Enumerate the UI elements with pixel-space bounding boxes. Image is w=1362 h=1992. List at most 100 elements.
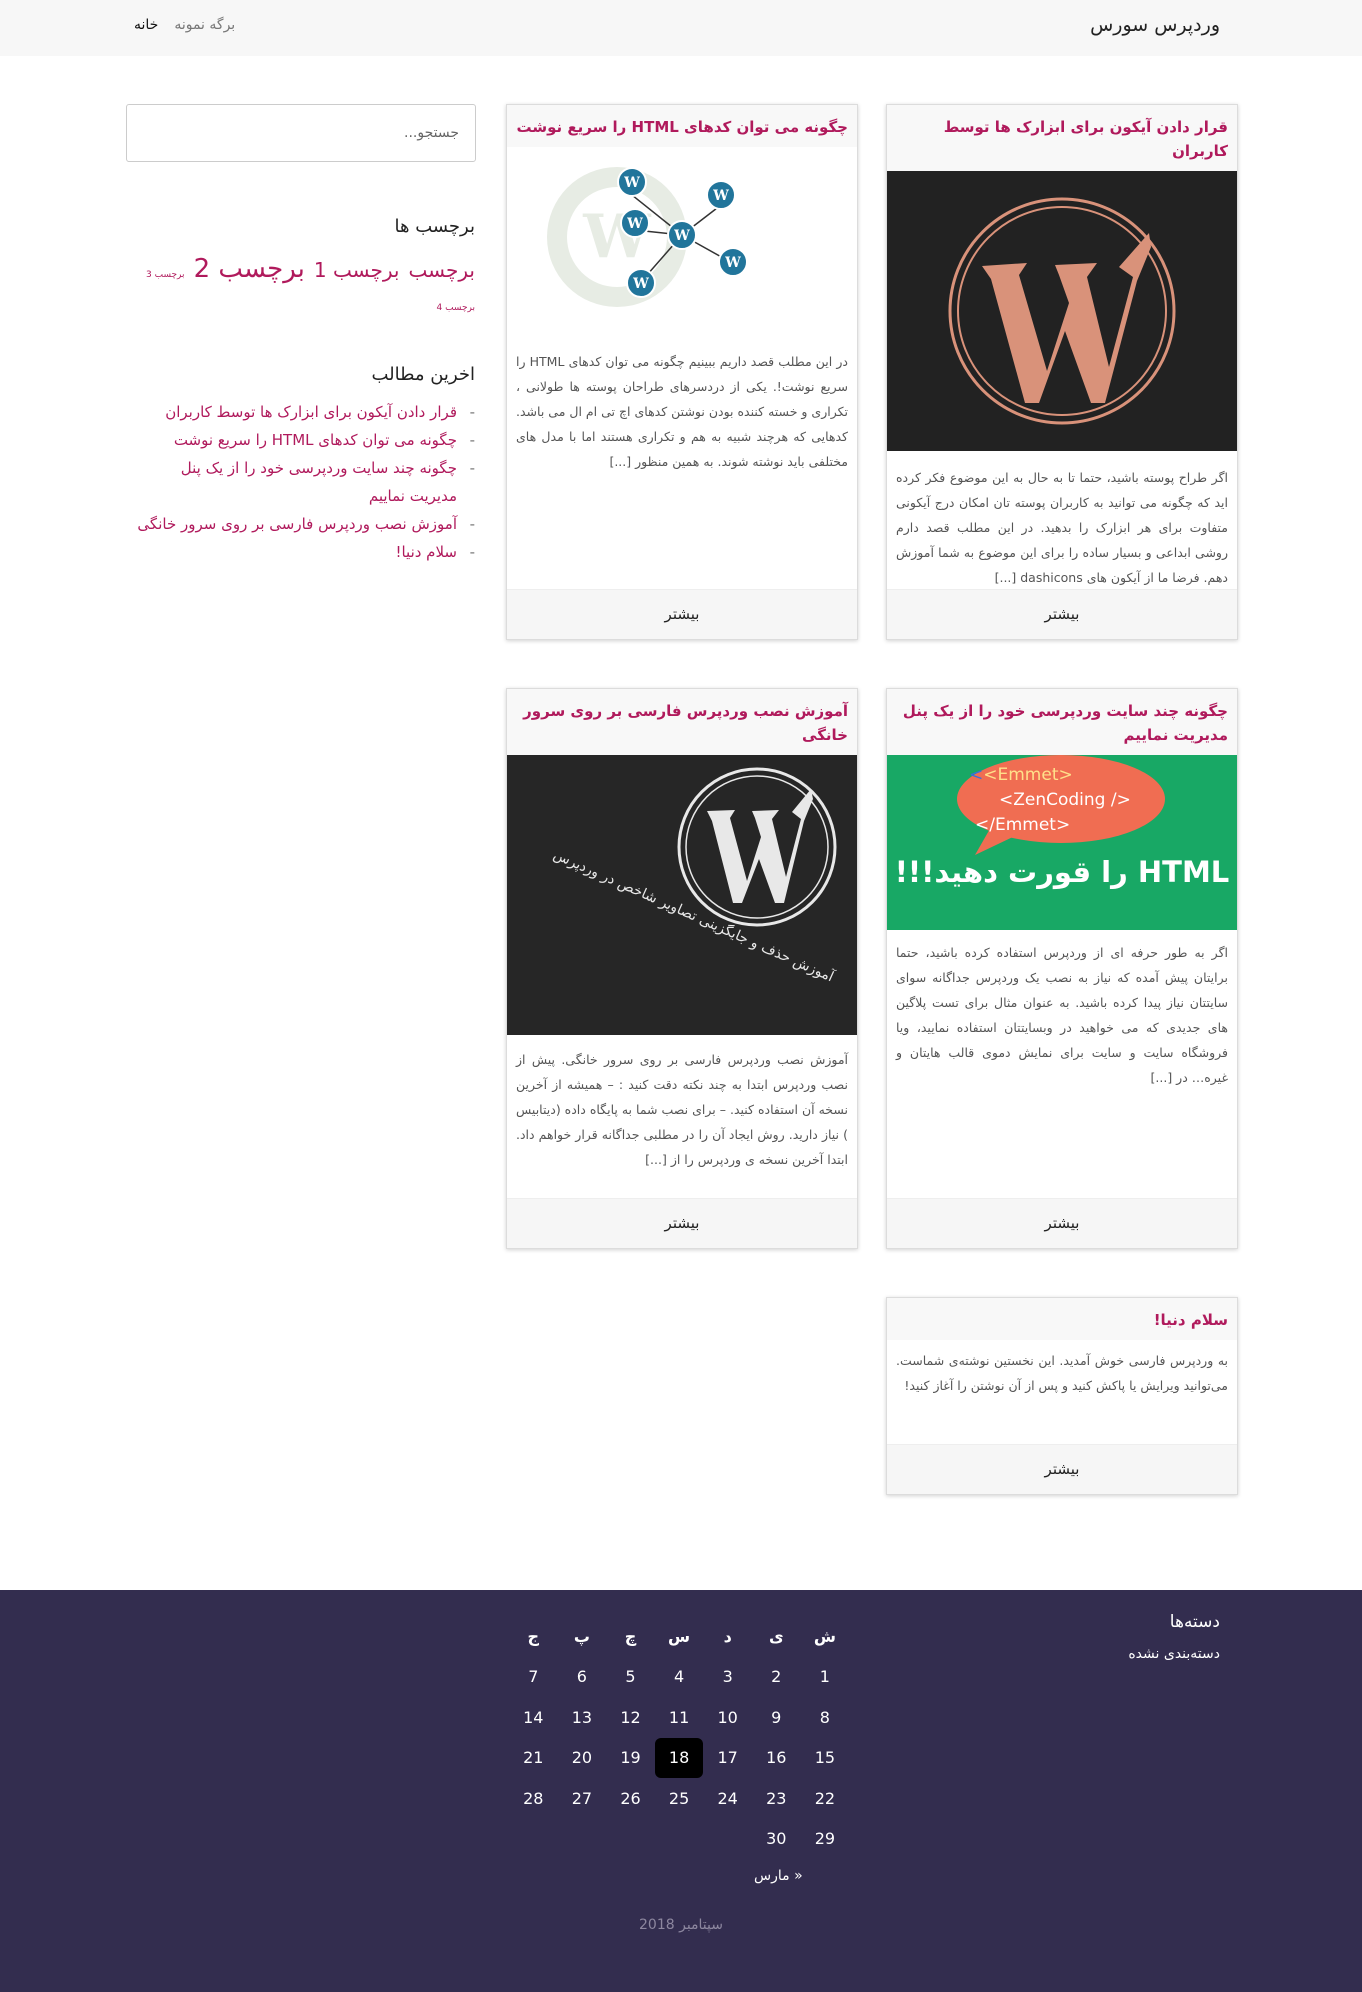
post-title[interactable]: چگونه می توان کدهای HTML را سریع نوشت: [507, 105, 857, 147]
calendar-day: [703, 1819, 752, 1860]
emmet-caption: HTML را قورت دهید!!!: [894, 855, 1230, 889]
calendar-day: [509, 1819, 558, 1860]
calendar-day: 16: [766, 1748, 787, 1768]
tag-link[interactable]: برچسب 1: [314, 258, 400, 282]
calendar-day: 14: [523, 1707, 544, 1727]
recent-posts-list: قرار دادن آیکون برای ابزارک ها توسط کارب…: [135, 398, 475, 566]
read-more-button[interactable]: بیشتر: [887, 1444, 1237, 1494]
list-item: آموزش نصب وردپرس فارسی بر روی سرور خانگی: [135, 510, 475, 538]
calendar-day: [655, 1819, 704, 1860]
tag-link[interactable]: برچسب 4: [437, 303, 476, 313]
list-item: قرار دادن آیکون برای ابزارک ها توسط کارب…: [135, 398, 475, 426]
calendar-day: 3: [722, 1667, 733, 1687]
post-thumbnail-install[interactable]: آموزش حذف و جایگزینی تصاویر شاخص در وردپ…: [507, 755, 857, 1035]
calendar-day: 21: [523, 1748, 544, 1768]
list-item: چگونه می توان کدهای HTML را سریع نوشت: [135, 426, 475, 454]
recent-post-link[interactable]: چگونه می توان کدهای HTML را سریع نوشت: [174, 431, 457, 449]
calendar-day: [606, 1819, 655, 1860]
calendar-day: 8: [819, 1707, 830, 1727]
list-item: چگونه چند سایت وردپرسی خود را از یک پنل …: [135, 454, 475, 510]
calendar-day: 28: [523, 1788, 544, 1808]
recent-post-link[interactable]: قرار دادن آیکون برای ابزارک ها توسط کارب…: [165, 403, 457, 421]
recent-post-link[interactable]: سلام دنیا!: [395, 543, 457, 561]
list-item: سلام دنیا!: [135, 538, 475, 566]
site-footer: دسته‌ها دسته‌بندی نشده شیدسچپج1234567891…: [0, 1590, 1362, 1992]
post-title[interactable]: قرار دادن آیکون برای ابزارک ها توسط کارب…: [887, 105, 1237, 171]
post-thumbnail-network[interactable]: W WWW WWW: [507, 147, 857, 327]
post-card: چگونه می توان کدهای HTML را سریع نوشت W: [506, 104, 858, 640]
post-card: قرار دادن آیکون برای ابزارک ها توسط کارب…: [886, 104, 1238, 640]
tag-link[interactable]: برچسب: [409, 258, 475, 282]
calendar-day: 18: [655, 1737, 704, 1779]
emmet-bubble-text: <<Emmet> <ZenCoding /> </Emmet>: [967, 763, 1167, 838]
calendar-day: [558, 1819, 607, 1860]
calendar-day-header: د: [723, 1626, 732, 1646]
bubble-line-1: <Emmet>: [983, 765, 1073, 785]
read-more-button[interactable]: بیشتر: [507, 589, 857, 639]
calendar-day: 10: [717, 1707, 738, 1727]
calendar-day: 29: [814, 1829, 836, 1849]
nav-sample-page[interactable]: برگه نمونه: [174, 17, 235, 33]
post-thumbnail-wordpress-logo[interactable]: [887, 171, 1237, 451]
post-thumbnail-emmet[interactable]: <<Emmet> <ZenCoding /> </Emmet> HTML را …: [887, 755, 1237, 930]
bubble-line-3: </Emmet>: [975, 815, 1071, 835]
read-more-button[interactable]: بیشتر: [887, 589, 1237, 639]
svg-text:W: W: [724, 255, 741, 271]
bubble-line-2: <ZenCoding />: [999, 790, 1131, 810]
calendar-day: 9: [771, 1707, 782, 1727]
calendar-day: 11: [668, 1707, 690, 1727]
recent-post-link[interactable]: چگونه چند سایت وردپرسی خود را از یک پنل …: [181, 459, 457, 505]
post-card: سلام دنیا! به وردپرس فارسی خوش آمدید. ای…: [886, 1297, 1238, 1495]
search-input[interactable]: [126, 104, 476, 162]
top-navbar: وردپرس سورس خانه برگه نمونه: [0, 0, 1362, 56]
svg-text:W: W: [632, 276, 649, 292]
tag-link[interactable]: برچسب 3: [146, 270, 185, 280]
tag-cloud: برچسب برچسب 1 برچسب 2 برچسب 3 برچسب 4: [125, 254, 475, 323]
calendar-day-header: ج: [527, 1626, 540, 1646]
calendar-day-header: چ: [624, 1626, 637, 1646]
post-card: چگونه چند سایت وردپرسی خود را از یک پنل …: [886, 688, 1238, 1249]
calendar-day: 2: [771, 1667, 782, 1687]
tag-link[interactable]: برچسب 2: [194, 254, 305, 284]
category-link[interactable]: دسته‌بندی نشده: [1128, 1646, 1220, 1662]
tags-widget-title: برچسب ها: [394, 216, 476, 237]
wordpress-network-icon: W WWW WWW: [547, 167, 748, 307]
calendar-day: 23: [766, 1788, 787, 1808]
calendar-day: 15: [814, 1748, 836, 1768]
calendar-day: 25: [668, 1788, 690, 1808]
svg-text:W: W: [623, 175, 640, 191]
calendar-day: 19: [620, 1748, 641, 1768]
calendar-day-header: ی: [768, 1626, 784, 1646]
calendar-day: 27: [571, 1788, 593, 1808]
recent-post-link[interactable]: آموزش نصب وردپرس فارسی بر روی سرور خانگی: [137, 515, 457, 533]
svg-text:W: W: [673, 228, 690, 244]
calendar-day: 26: [620, 1788, 641, 1808]
calendar-day: 5: [625, 1667, 636, 1687]
post-excerpt: آموزش نصب وردپرس فارسی بر روی سرور خانگی…: [516, 1052, 848, 1167]
calendar-day: 7: [528, 1667, 539, 1687]
wordpress-logo-icon: [677, 767, 837, 927]
calendar-day: 24: [717, 1788, 738, 1808]
nav-home[interactable]: خانه: [134, 17, 158, 33]
calendar-day: 22: [814, 1788, 836, 1808]
calendar-day: 4: [673, 1667, 685, 1687]
post-title[interactable]: سلام دنیا!: [887, 1298, 1237, 1340]
calendar-caption: سپتامبر 2018: [639, 1917, 723, 1933]
calendar-today: 18: [655, 1737, 704, 1778]
svg-text:W: W: [712, 188, 729, 204]
site-brand[interactable]: وردپرس سورس: [1090, 14, 1220, 36]
post-excerpt: اگر به طور حرفه ای از وردپرس استفاده کرد…: [896, 945, 1228, 1085]
calendar-prev-month[interactable]: « مارس: [754, 1868, 803, 1884]
main-nav: خانه برگه نمونه: [134, 17, 235, 33]
post-card: آموزش نصب وردپرس فارسی بر روی سرور خانگی…: [506, 688, 858, 1249]
calendar-day-header: ش: [813, 1626, 836, 1646]
post-excerpt: به وردپرس فارسی خوش آمدید. این نخستین نو…: [896, 1353, 1228, 1393]
post-title[interactable]: چگونه چند سایت وردپرسی خود را از یک پنل …: [887, 689, 1237, 755]
read-more-button[interactable]: بیشتر: [887, 1198, 1237, 1248]
calendar-day-header: پ: [573, 1626, 590, 1646]
read-more-button[interactable]: بیشتر: [507, 1198, 857, 1248]
calendar-day: 20: [571, 1748, 593, 1768]
post-title[interactable]: آموزش نصب وردپرس فارسی بر روی سرور خانگی: [507, 689, 857, 755]
recent-posts-title: اخرین مطالب: [371, 364, 475, 385]
svg-text:W: W: [626, 216, 643, 232]
